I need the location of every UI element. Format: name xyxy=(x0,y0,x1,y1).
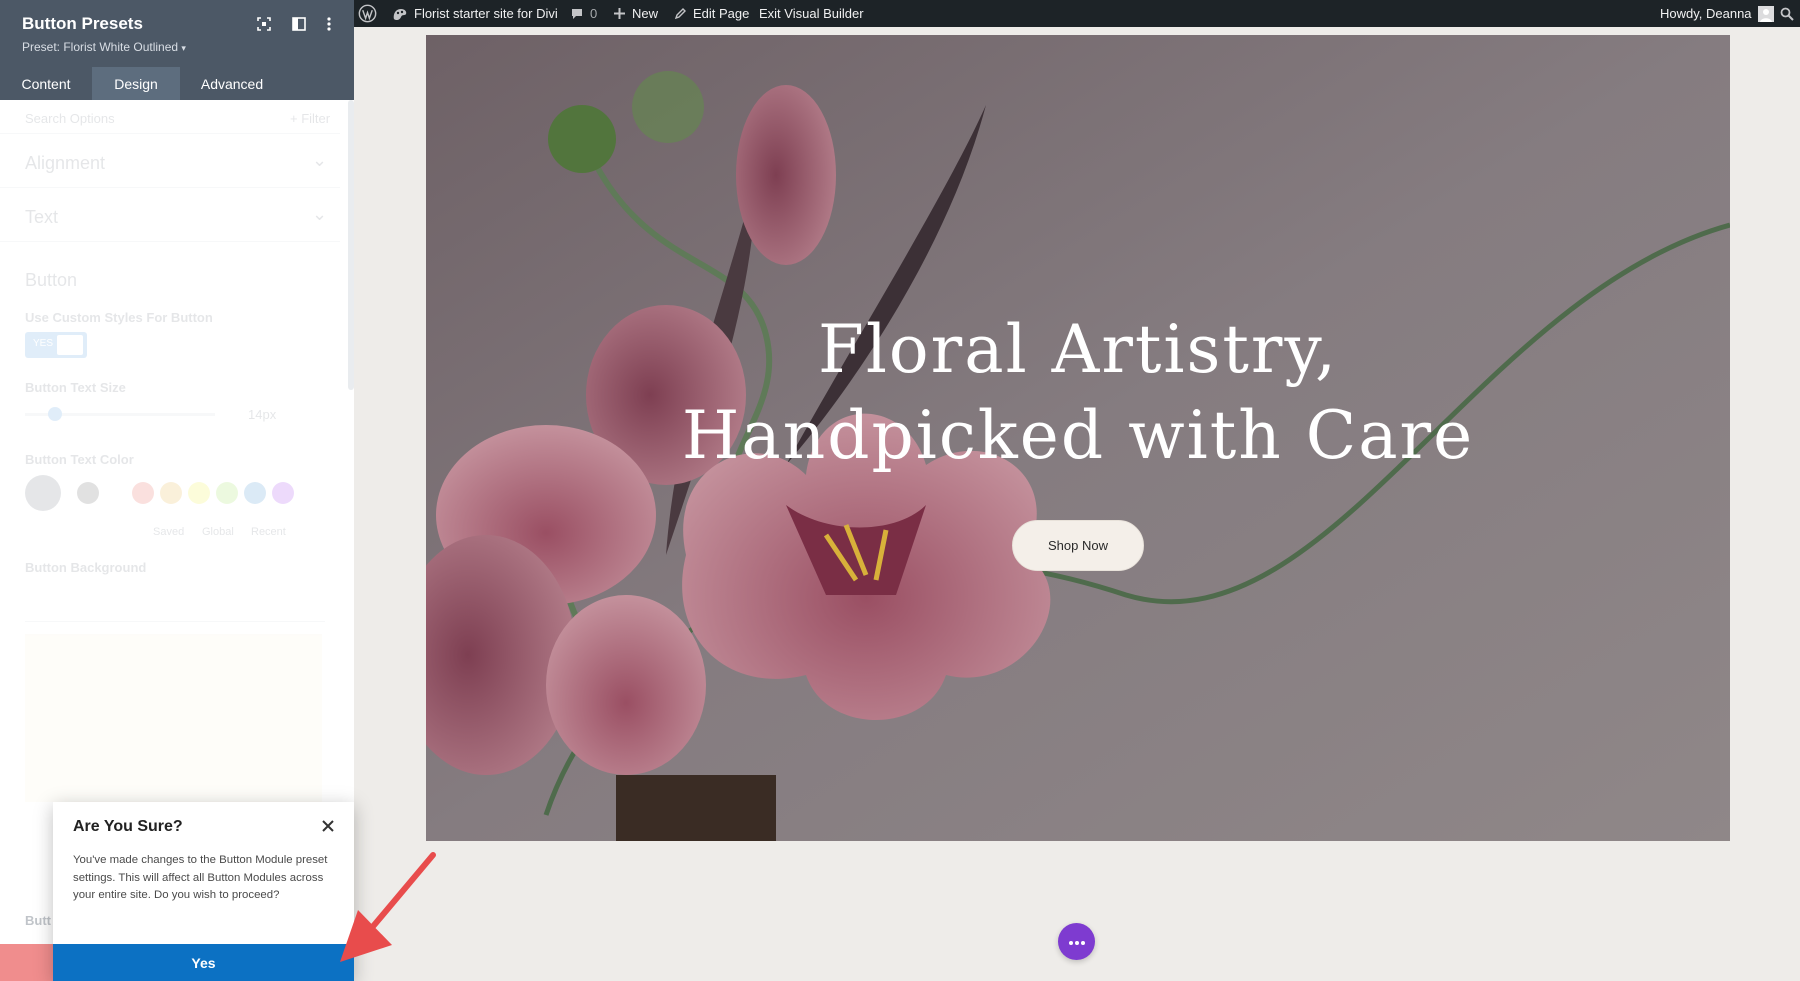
preset-selector[interactable]: Preset: Florist White Outlined ▾ xyxy=(22,40,186,54)
use-custom-styles-label: Use Custom Styles For Button xyxy=(25,310,213,325)
text-size-label: Button Text Size xyxy=(25,380,126,395)
color-swatch[interactable] xyxy=(188,482,210,504)
color-swatch[interactable] xyxy=(160,482,182,504)
chevron-down-icon: ⌄ xyxy=(312,204,328,224)
hero-heading-line-2: Handpicked with Care xyxy=(681,397,1475,474)
search-icon[interactable] xyxy=(1780,0,1794,27)
dialog-title: Are You Sure? xyxy=(73,818,183,835)
panel-title: Button Presets xyxy=(22,14,143,33)
dialog-message: You've made changes to the Button Module… xyxy=(73,854,328,901)
text-color-label: Button Text Color xyxy=(25,452,134,467)
color-swatch[interactable] xyxy=(216,482,238,504)
filter-button[interactable]: + Filter xyxy=(290,111,330,126)
section-text[interactable]: Text xyxy=(25,207,58,228)
split-view-icon[interactable] xyxy=(290,15,308,33)
hero-heading-line-1: Floral Artistry, xyxy=(818,311,1338,388)
color-swatch[interactable] xyxy=(132,482,154,504)
ellipsis-icon xyxy=(1068,933,1086,951)
caret-down-icon: ▾ xyxy=(181,43,186,53)
new-content-link[interactable]: New xyxy=(613,0,658,27)
fullscreen-icon[interactable] xyxy=(255,15,273,33)
kebab-menu-icon[interactable] xyxy=(320,15,338,33)
color-swatch[interactable] xyxy=(244,482,266,504)
panel-scrollbar[interactable] xyxy=(348,100,354,390)
tab-design[interactable]: Design xyxy=(92,67,180,100)
close-icon[interactable] xyxy=(319,817,337,835)
comments-count: 0 xyxy=(590,6,598,21)
panel-header: Button Presets Preset: Florist White Out… xyxy=(0,0,354,100)
user-avatar-icon xyxy=(1757,5,1774,22)
confirm-dialog: Are You Sure? You've made changes to the… xyxy=(53,802,354,981)
tab-content[interactable]: Content xyxy=(0,67,92,100)
custom-styles-toggle[interactable]: YES xyxy=(25,332,87,358)
shop-now-button[interactable]: Shop Now xyxy=(1012,520,1144,571)
discard-bar[interactable] xyxy=(0,944,53,981)
annotation-arrow xyxy=(340,852,436,962)
new-label: New xyxy=(632,6,659,21)
text-size-value[interactable]: 14px xyxy=(248,407,276,422)
comments-link[interactable]: 0 xyxy=(570,0,597,27)
comment-bubble-icon xyxy=(570,7,584,21)
exit-builder-label: Exit Visual Builder xyxy=(759,6,864,21)
divider xyxy=(0,241,340,242)
section-button[interactable]: Button xyxy=(25,270,77,291)
exit-visual-builder-link[interactable]: Exit Visual Builder xyxy=(759,0,864,27)
slider-handle[interactable] xyxy=(48,407,62,421)
background-type-tabs[interactable] xyxy=(25,592,325,622)
edit-page-label: Edit Page xyxy=(693,6,750,21)
toggle-value: YES xyxy=(33,338,54,349)
border-label-partial: Butt xyxy=(25,913,51,928)
panel-tabs: Content Design Advanced xyxy=(0,67,354,100)
section-alignment[interactable]: Alignment xyxy=(25,153,105,174)
pencil-icon xyxy=(674,7,687,20)
color-swatch[interactable] xyxy=(77,482,99,504)
divider xyxy=(0,133,340,134)
background-label: Button Background xyxy=(25,560,147,575)
confirm-yes-button[interactable]: Yes xyxy=(53,944,354,981)
toggle-knob xyxy=(57,335,83,355)
howdy-label: Howdy, Deanna xyxy=(1660,6,1752,21)
plus-icon xyxy=(613,7,626,20)
site-name-label: Florist starter site for Divi xyxy=(414,6,558,21)
color-swatch[interactable] xyxy=(272,482,294,504)
wordpress-logo-icon[interactable] xyxy=(358,0,377,27)
paint-palette-icon xyxy=(392,7,408,21)
edit-page-link[interactable]: Edit Page xyxy=(674,0,749,27)
color-tab-recent[interactable]: Recent xyxy=(251,526,286,538)
tab-advanced[interactable]: Advanced xyxy=(180,67,284,100)
account-menu[interactable]: Howdy, Deanna xyxy=(1660,0,1774,27)
hero-heading: Floral Artistry, Handpicked with Care xyxy=(426,307,1730,479)
divider xyxy=(0,187,340,188)
site-name-link[interactable]: Florist starter site for Divi xyxy=(392,0,558,27)
search-options-field[interactable]: Search Options xyxy=(25,111,115,126)
color-tab-global[interactable]: Global xyxy=(202,526,234,538)
color-picker-button[interactable] xyxy=(25,475,61,511)
page-settings-fab[interactable] xyxy=(1058,923,1095,960)
color-tab-saved[interactable]: Saved xyxy=(153,526,184,538)
hero-section: Floral Artistry, Handpicked with Care Sh… xyxy=(426,35,1730,841)
background-color-preview[interactable] xyxy=(25,634,322,802)
preset-label: Preset: Florist White Outlined xyxy=(22,40,179,54)
chevron-down-icon: ⌄ xyxy=(312,150,328,170)
